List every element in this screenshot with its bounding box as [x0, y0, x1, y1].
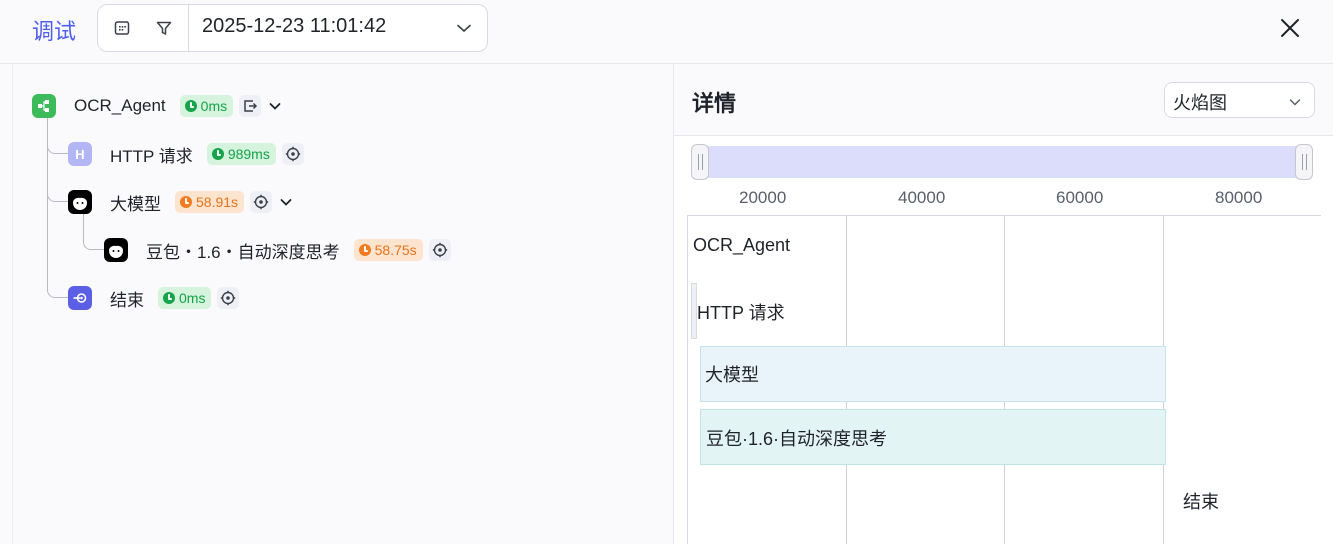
flame-label-llm: 大模型 [705, 365, 759, 385]
range-handle-left[interactable] [691, 144, 709, 180]
chevron-down-icon [1288, 94, 1302, 113]
range-handle-right[interactable] [1295, 144, 1313, 180]
clock-icon [358, 244, 371, 256]
page-title: 调试 [32, 20, 77, 45]
duration-badge: 0ms [158, 287, 212, 309]
flame-label-ocr-agent[interactable]: OCR_Agent [693, 235, 790, 256]
duration-badge: 58.91s [175, 191, 245, 213]
detail-header: 详情 火焰图 [674, 64, 1333, 136]
locate-icon[interactable] [217, 287, 240, 309]
view-mode-value: 火焰图 [1173, 93, 1227, 114]
detail-panel: 详情 火焰图 20000 40000 60000 80000 OCR_Agent… [673, 64, 1333, 544]
grip-icon [697, 154, 703, 170]
axis-tick: 60000 [1056, 188, 1104, 207]
chevron-down-icon[interactable] [267, 98, 283, 114]
node-label: OCR_Agent [74, 96, 166, 115]
calendar-icon[interactable] [109, 15, 135, 41]
node-label: 结束 [110, 290, 144, 310]
flame-graph: OCR_Agent HTTP 请求 大模型 豆包·1.6·自动深度思考 结束 [687, 215, 1321, 544]
model-face-icon [104, 238, 128, 262]
tree-node-ocr-agent[interactable]: OCR_Agent 0ms [32, 92, 283, 120]
workflow-start-icon [32, 94, 56, 118]
filter-icon[interactable] [151, 15, 177, 41]
locate-icon[interactable] [250, 191, 273, 213]
duration-text: 989ms [227, 146, 270, 162]
flame-label-doubao: 豆包·1.6·自动深度思考 [706, 429, 888, 449]
grip-icon [1301, 154, 1307, 170]
view-mode-select[interactable]: 火焰图 [1164, 82, 1315, 118]
run-datetime-select[interactable]: 2025-12-23 11:01:42 [202, 15, 386, 38]
duration-badge: 989ms [206, 143, 276, 165]
axis-tick: 40000 [898, 188, 946, 207]
range-slider[interactable] [691, 144, 1313, 180]
duration-text: 0ms [200, 98, 228, 114]
clock-icon [184, 100, 197, 112]
chevron-down-icon[interactable] [455, 19, 473, 41]
clock-icon [163, 292, 175, 304]
end-icon [68, 286, 92, 310]
close-icon[interactable] [1278, 16, 1302, 40]
flame-label-http[interactable]: HTTP 请求 [697, 299, 785, 325]
toolbar-divider [188, 5, 189, 51]
duration-badge: 58.75s [353, 239, 423, 261]
http-icon: H [68, 142, 92, 166]
node-label: 大模型 [110, 194, 161, 214]
tree-node-doubao[interactable]: 豆包・1.6・自动深度思考 58.75s [104, 236, 451, 264]
execution-tree: OCR_Agent 0ms H HTTP 请求 989ms 大模型 58.91s [12, 64, 673, 544]
detail-title: 详情 [692, 92, 737, 117]
clock-icon [211, 148, 224, 160]
axis-tick: 80000 [1215, 188, 1263, 207]
node-label: HTTP 请求 [110, 146, 193, 166]
tree-node-end[interactable]: 结束 0ms [68, 284, 240, 312]
axis-tick: 20000 [739, 188, 787, 207]
duration-badge: 0ms [179, 95, 234, 117]
duration-text: 0ms [179, 290, 206, 306]
export-icon[interactable] [239, 95, 262, 117]
locate-icon[interactable] [281, 143, 304, 165]
tree-node-llm[interactable]: 大模型 58.91s [68, 188, 294, 216]
tree-connector [47, 268, 69, 298]
tree-connector [47, 124, 69, 154]
debug-header: 调试 2025-12-23 11:01:42 [0, 0, 1333, 64]
locate-icon[interactable] [428, 239, 451, 261]
tree-connector [83, 214, 105, 250]
clock-icon [180, 196, 192, 208]
flame-label-end[interactable]: 结束 [1183, 488, 1219, 514]
tree-node-http[interactable]: H HTTP 请求 989ms [68, 140, 304, 168]
llm-face-icon [68, 190, 92, 214]
tree-connector [47, 172, 69, 202]
duration-text: 58.91s [196, 194, 239, 210]
duration-text: 58.75s [374, 242, 417, 258]
flame-bar-llm[interactable] [700, 346, 1166, 402]
run-selector: 2025-12-23 11:01:42 [97, 4, 488, 52]
node-label: 豆包・1.6・自动深度思考 [146, 242, 340, 262]
chevron-down-icon[interactable] [278, 194, 294, 210]
